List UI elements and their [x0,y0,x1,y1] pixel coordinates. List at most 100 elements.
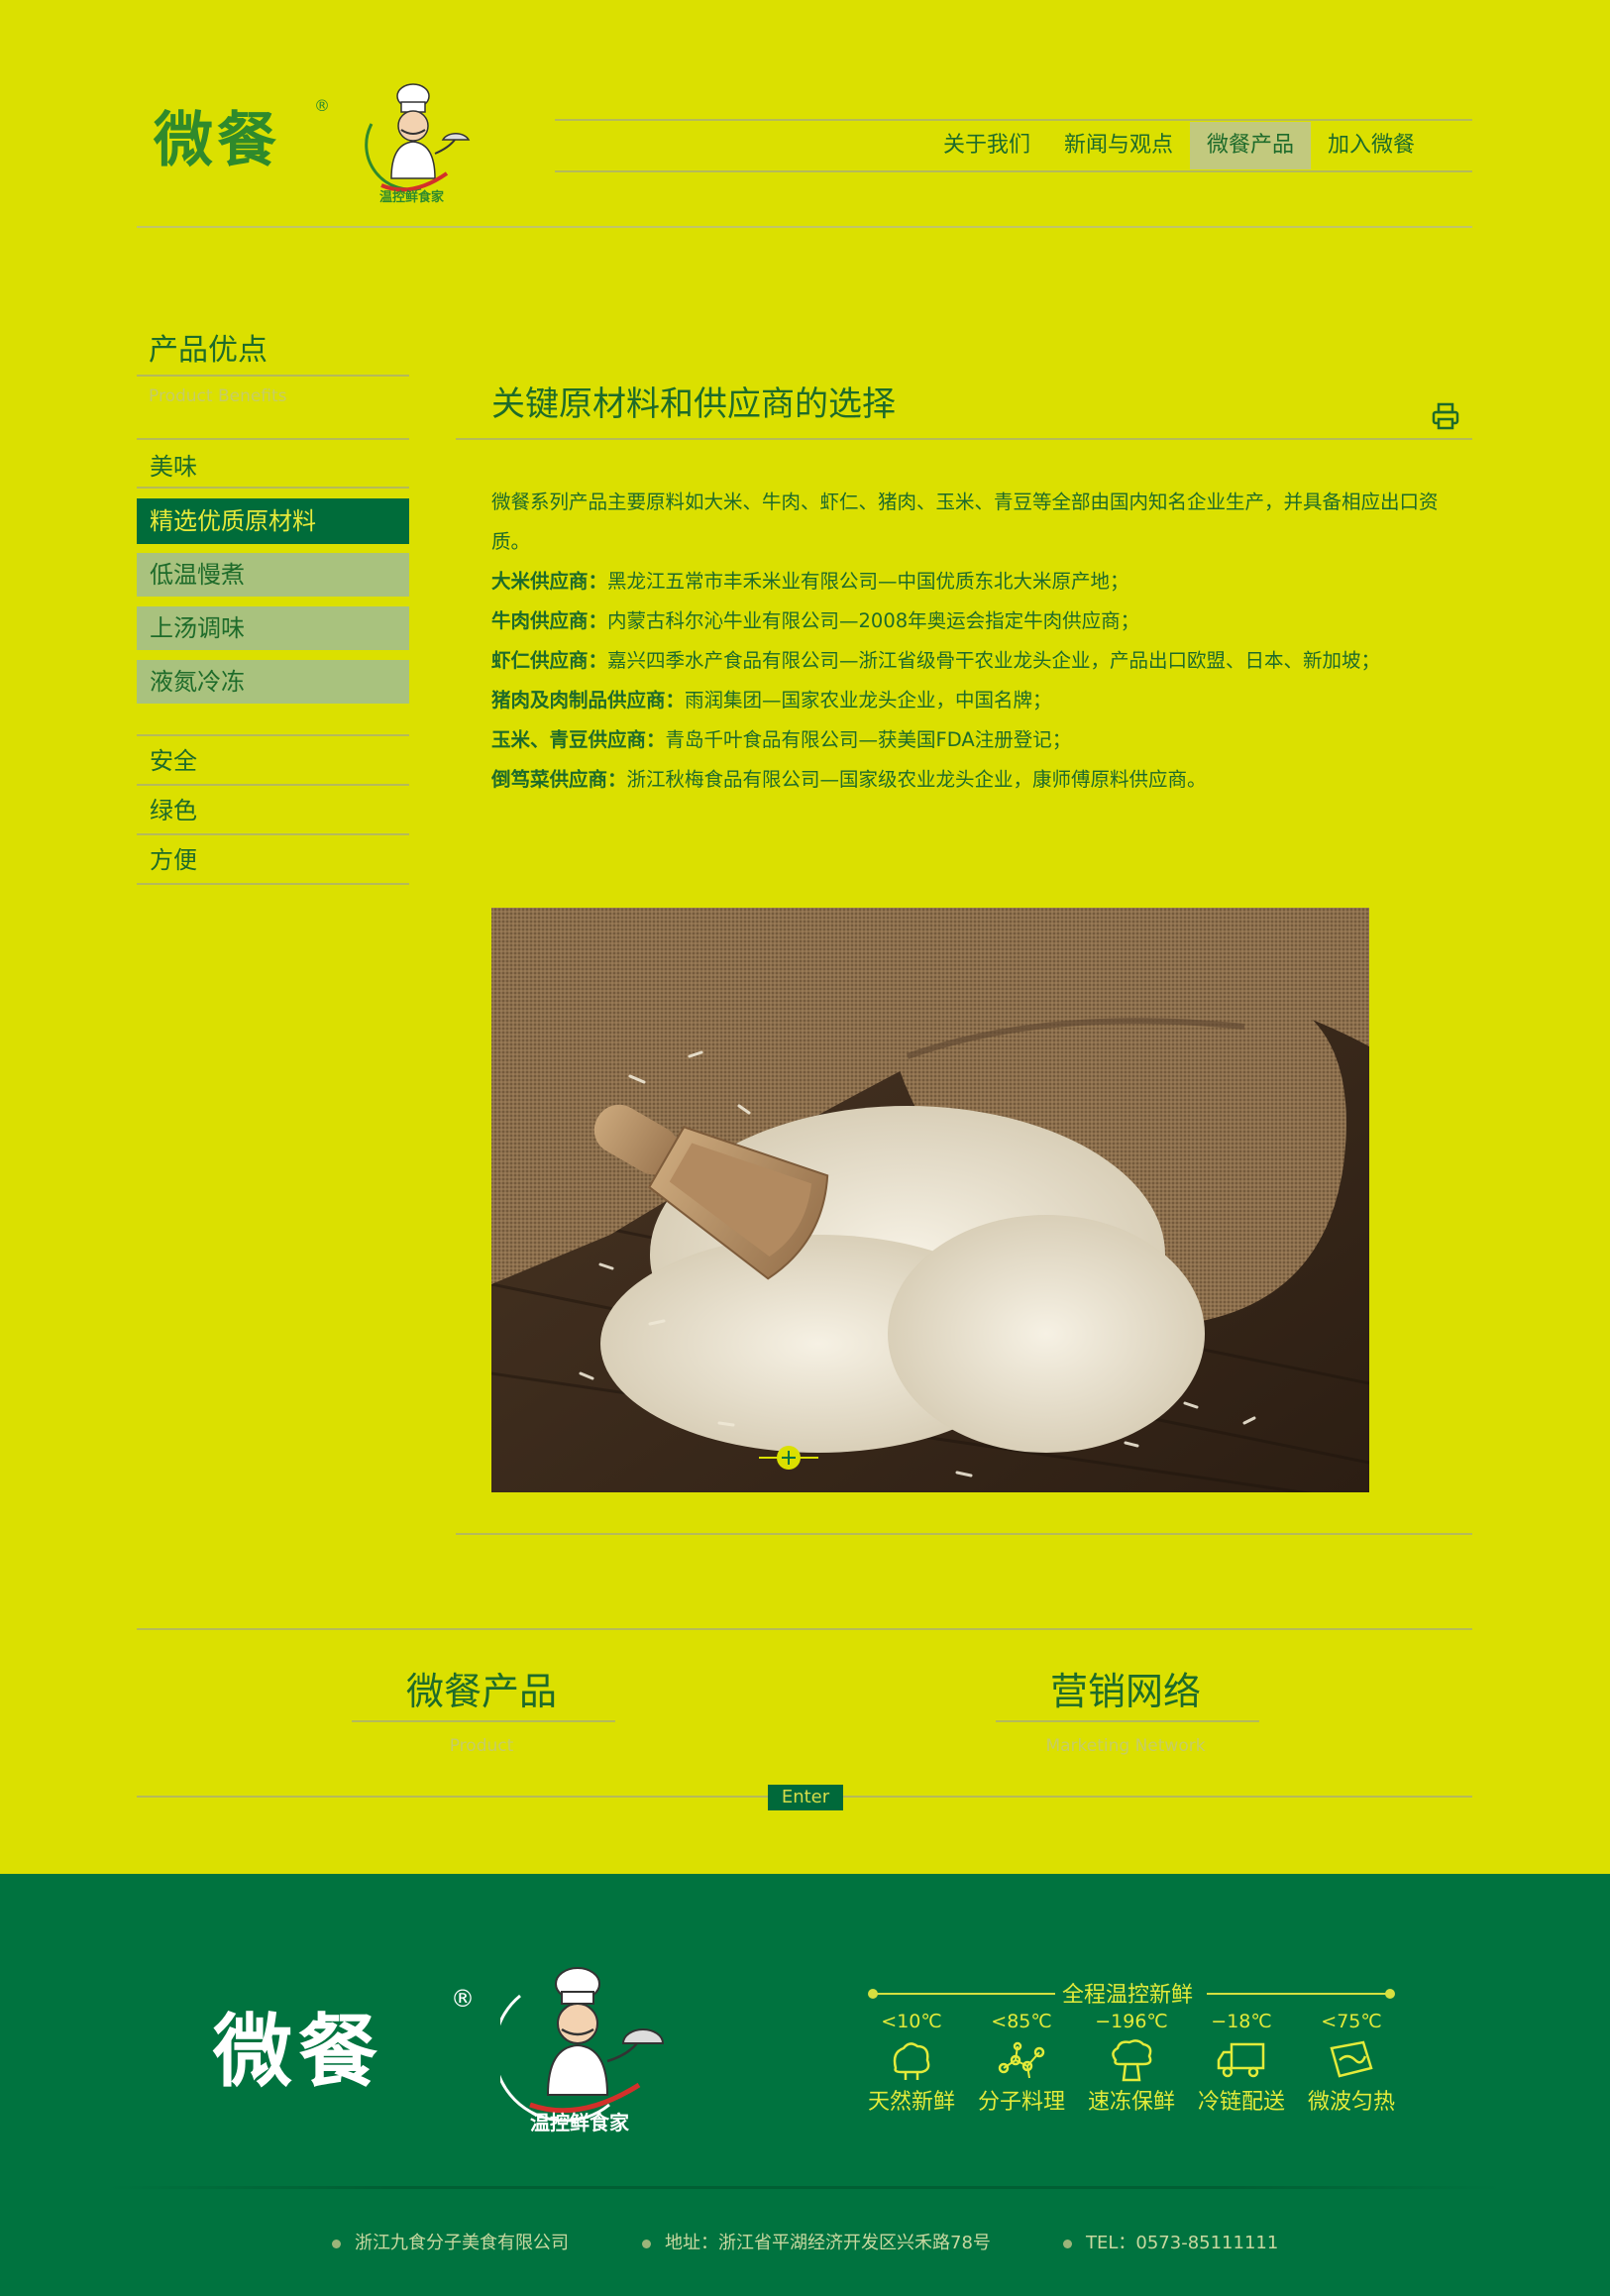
broccoli-icon [1112,2039,1152,2082]
brand-logo[interactable]: 微餐 ® 温控鲜食家 [154,74,471,203]
badge-dot [1385,1989,1395,1999]
microwave-icon [1330,2040,1373,2078]
feature-label: 天然新鲜 [867,2090,955,2115]
supplier-label: 牛肉供应商： [491,609,608,632]
sidebar-item-green[interactable]: 绿色 [137,791,409,830]
sidebar-divider [137,734,409,736]
sidebar-divider [137,375,409,377]
supplier-line: 虾仁供应商：嘉兴四季水产食品有限公司—浙江省级骨干农业龙头企业，产品出口欧盟、日… [491,641,1464,681]
feature-fresh: <10℃ 天然新鲜 [864,2011,959,2116]
supplier-label: 大米供应商： [491,570,608,593]
brand-name: 微餐 [154,106,280,175]
feature-label: 微波匀热 [1307,2090,1395,2115]
supplier-line: 猪肉及肉制品供应商：雨润集团—国家农业龙头企业，中国名牌； [491,681,1464,720]
footer: 微餐 ® 温控鲜食家 全程温控新鲜 <10℃ 天然新鲜 <85℃ 分子料理 −1… [0,1874,1610,2296]
feature-temp: <85℃ [991,2011,1052,2032]
badge-line-right [1207,1993,1390,1995]
supplier-text: 嘉兴四季水产食品有限公司—浙江省级骨干农业龙头企业，产品出口欧盟、日本、新加坡； [607,649,1381,672]
supplier-label: 玉米、青豆供应商： [491,728,666,751]
truck-icon [1217,2042,1265,2078]
vegetable-icon [893,2042,930,2080]
nav-divider-bottom [555,170,1472,172]
sidebar-item-convenient[interactable]: 方便 [137,840,409,880]
supplier-text: 雨润集团—国家农业龙头企业，中国名牌； [685,689,1052,711]
supplier-line: 倒笃菜供应商：浙江秋梅食品有限公司—国家级农业龙头企业，康师傅原料供应商。 [491,760,1464,800]
footer-address: 地址：浙江省平湖经济开发区兴禾路78号 [642,2229,991,2254]
bullet-icon [332,2239,341,2248]
chef-mascot-icon: 温控鲜食家 [365,83,471,203]
footer-chef-mascot-icon: 温控鲜食家 [500,1967,665,2134]
products-sub: Product [449,1736,514,1756]
feature-temp: −18℃ [1211,2011,1272,2032]
supplier-line: 大米供应商：黑龙江五常市丰禾米业有限公司—中国优质东北大米原产地； [491,562,1464,601]
print-icon[interactable] [1432,402,1459,430]
registered-mark: ® [314,96,330,115]
supplier-text: 内蒙古科尔沁牛业有限公司—2008年奥运会指定牛肉供应商； [607,609,1140,632]
sidebar-item-taste[interactable]: 美味 [137,448,409,486]
bullet-icon [1063,2239,1072,2248]
footer-company: 浙江九食分子美食有限公司 [332,2229,569,2254]
feature-molecular: <85℃ 分子料理 [974,2011,1069,2116]
supplier-line: 玉米、青豆供应商：青岛千叶食品有限公司—获美国FDA注册登记； [491,720,1464,760]
feature-label: 分子料理 [977,2090,1065,2115]
rice-illustration [491,908,1369,1492]
sidebar-item-safety[interactable]: 安全 [137,741,409,781]
feature-temp: <10℃ [881,2011,942,2032]
nav-products[interactable]: 微餐产品 [1190,122,1312,169]
marketing-underline [996,1720,1259,1722]
sidebar-subtitle: Product Benefits [149,386,287,406]
sidebar-divider [137,438,409,440]
content-intro: 微餐系列产品主要原料如大米、牛肉、虾仁、猪肉、玉米、青豆等全部由国内知名企业生产… [491,491,1439,553]
lower-divider-top [137,1628,1472,1630]
supplier-text: 浙江秋梅食品有限公司—国家级农业龙头企业，康师傅原料供应商。 [626,768,1207,791]
supplier-label: 虾仁供应商： [491,649,608,672]
feature-temp: <75℃ [1321,2011,1382,2032]
supplier-line: 牛肉供应商：内蒙古科尔沁牛业有限公司—2008年奥运会指定牛肉供应商； [491,601,1464,641]
marketing-sub: Marketing Network [1045,1736,1206,1756]
products-underline [352,1720,615,1722]
sidebar-item-slow-cook[interactable]: 低温慢煮 [137,553,409,597]
rice-photo [491,908,1369,1492]
sidebar-item-nitrogen[interactable]: 液氮冷冻 [137,660,409,704]
sidebar-item-broth[interactable]: 上汤调味 [137,606,409,650]
badge-title: 全程温控新鲜 [1062,1983,1194,2008]
supplier-text: 青岛千叶食品有限公司—获美国FDA注册登记； [665,728,1072,751]
company-name: 浙江九食分子美食有限公司 [355,2233,569,2253]
nav-news[interactable]: 新闻与观点 [1047,122,1190,169]
supplier-label: 倒笃菜供应商： [491,768,627,791]
nav-divider-top [555,119,1472,121]
content-body: 微餐系列产品主要原料如大米、牛肉、虾仁、猪肉、玉米、青豆等全部由国内知名企业生产… [491,483,1464,800]
feature-freeze: −196℃ 速冻保鲜 [1084,2011,1179,2116]
enter-button[interactable]: Enter [768,1785,843,1810]
molecule-icon [998,2041,1045,2079]
footer-divider [109,2186,1501,2189]
nav-join[interactable]: 加入微餐 [1311,122,1432,169]
photo-divider [456,1533,1472,1535]
supplier-label: 猪肉及肉制品供应商： [491,689,686,711]
nav-about[interactable]: 关于我们 [926,122,1047,169]
content-title: 关键原材料和供应商的选择 [491,384,896,424]
feature-microwave: <75℃ 微波匀热 [1304,2011,1399,2116]
footer-registered-mark: ® [451,1985,475,2013]
sidebar-divider [137,784,409,786]
feature-label: 冷链配送 [1197,2090,1285,2115]
sidebar-item-materials[interactable]: 精选优质原材料 [137,498,409,544]
products-link[interactable]: 微餐产品 [323,1661,640,1715]
bullet-icon [642,2239,651,2248]
footer-brand-name: 微餐 [213,2006,383,2098]
feature-temp: −196℃ [1095,2011,1168,2032]
footer-brand-tagline: 温控鲜食家 [530,2111,630,2134]
sidebar-divider [137,487,409,489]
header-divider [137,226,1472,228]
feature-coldchain: −18℃ 冷链配送 [1194,2011,1289,2116]
address-text: 地址：浙江省平湖经济开发区兴禾路78号 [665,2233,991,2253]
supplier-text: 黑龙江五常市丰禾米业有限公司—中国优质东北大米原产地； [607,570,1129,593]
sidebar-divider [137,833,409,835]
footer-tel: TEL：0573-85111111 [1063,2229,1278,2254]
sidebar-title: 产品优点 [149,333,268,368]
main-nav: 关于我们 新闻与观点 微餐产品 加入微餐 [926,122,1432,169]
badge-line-left [872,1993,1055,1995]
tel-text: TEL：0573-85111111 [1086,2233,1279,2253]
brand-tagline: 温控鲜食家 [379,189,445,203]
marketing-link[interactable]: 营销网络 [967,1661,1284,1715]
